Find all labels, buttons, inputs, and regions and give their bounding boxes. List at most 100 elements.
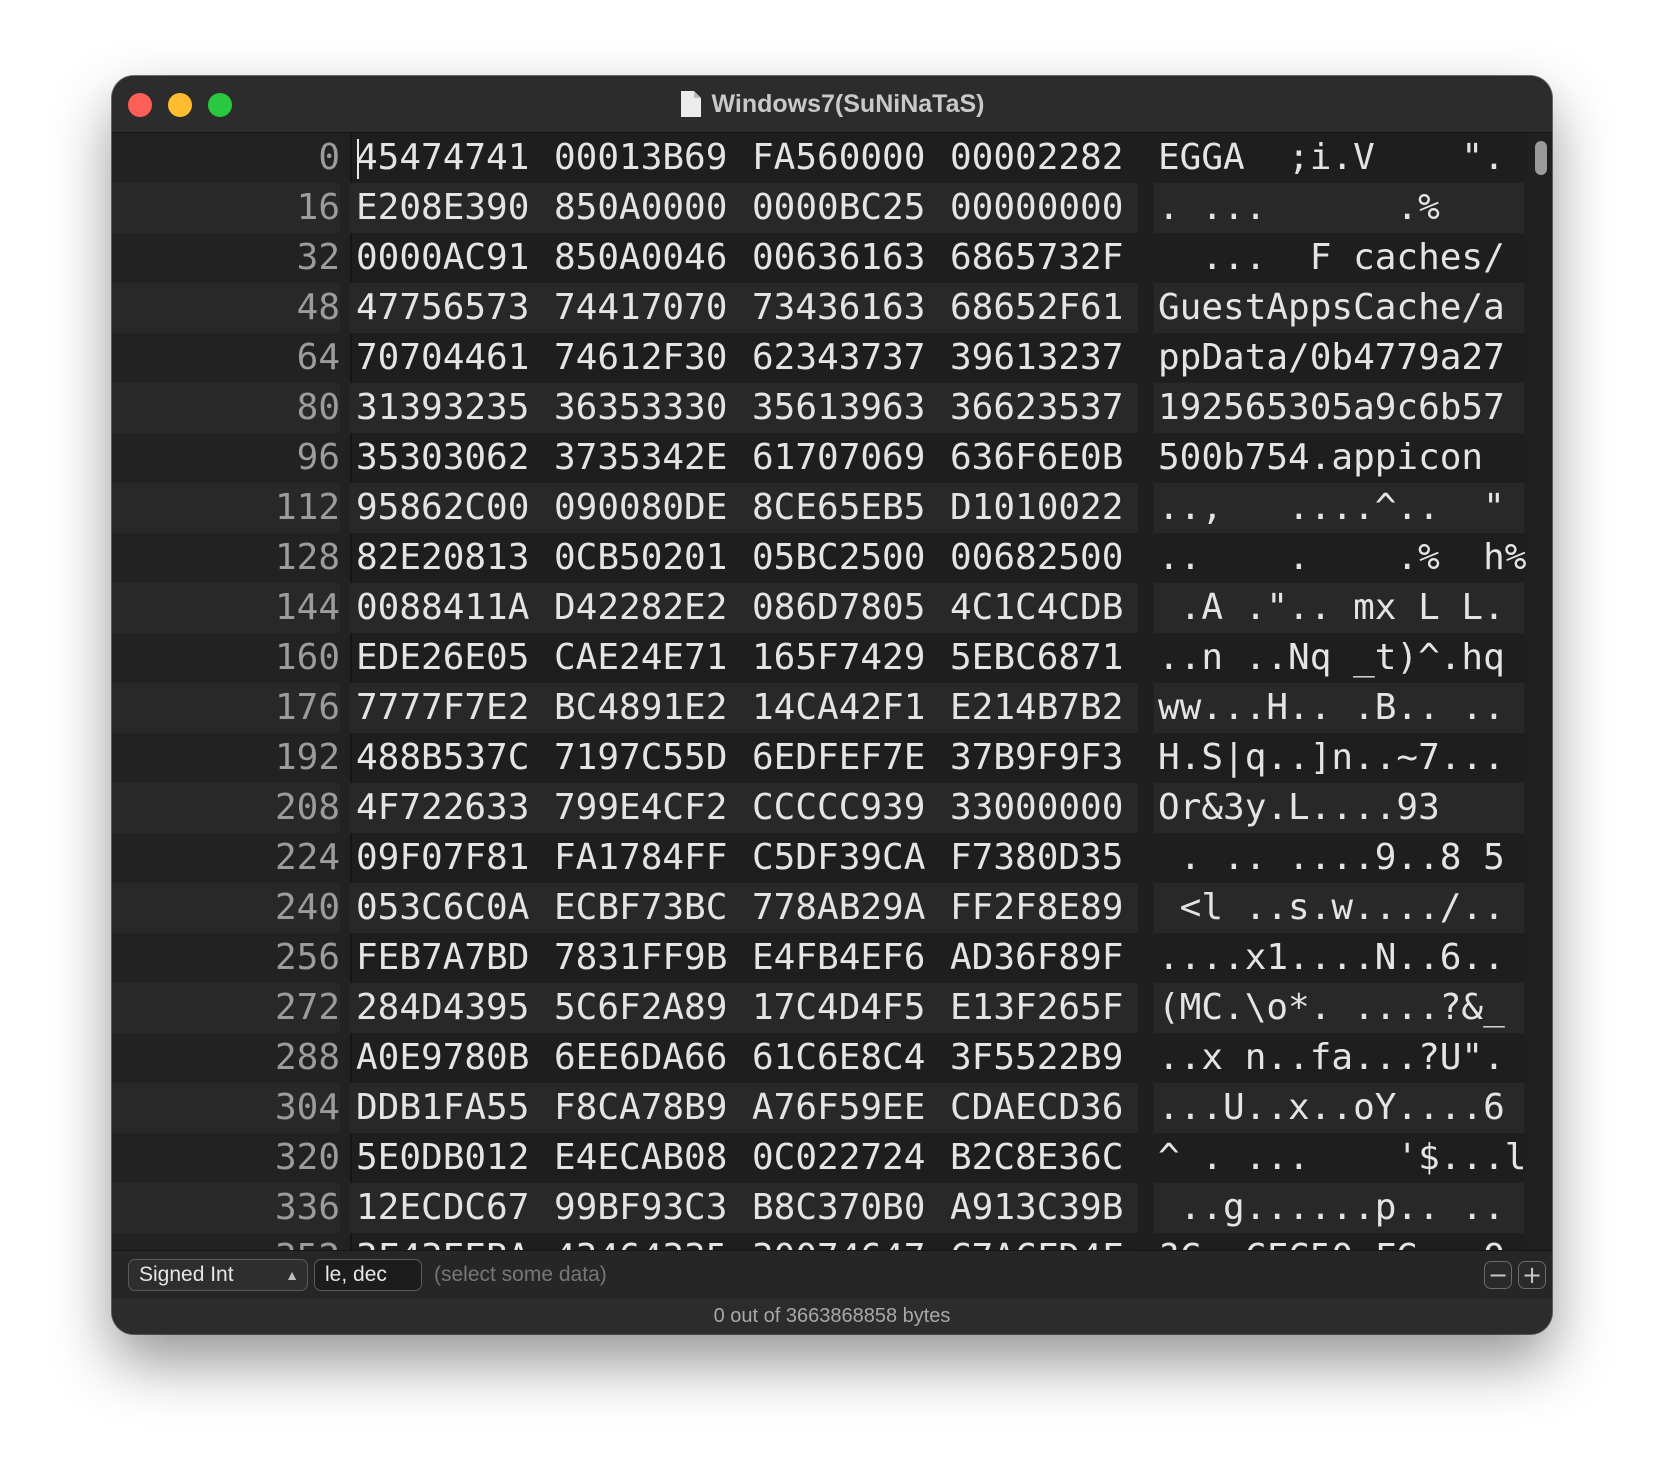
ascii-row[interactable]: ....x1....N..6.. xyxy=(1154,933,1524,983)
ascii-row[interactable]: ^ . ... '$...l xyxy=(1154,1133,1526,1183)
format-input[interactable]: le, dec xyxy=(314,1259,422,1291)
ascii-row[interactable]: 500b754.appicon xyxy=(1154,433,1524,483)
hex-word[interactable]: 053C6C0A xyxy=(356,883,554,933)
hex-row[interactable]: 12ECDC67 99BF93C3 B8C370B0 A913C39B xyxy=(350,1183,1138,1233)
hex-word[interactable]: D42282E2 xyxy=(554,583,752,633)
ascii-row[interactable]: ...U..x..oY....6 xyxy=(1154,1083,1524,1133)
hex-word[interactable]: 7831FF9B xyxy=(554,933,752,983)
hex-word[interactable]: 62343737 xyxy=(752,333,950,383)
hex-row[interactable]: DDB1FA55 F8CA78B9 A76F59EE CDAECD36 xyxy=(350,1083,1138,1133)
ascii-row[interactable]: ..n ..Nq _t)^.hq xyxy=(1154,633,1524,683)
hex-word[interactable]: FF2F8E89 xyxy=(950,883,1148,933)
hex-word[interactable]: FEB7A7BD xyxy=(356,933,554,983)
hex-word[interactable]: 61707069 xyxy=(752,433,950,483)
hex-word[interactable]: FA560000 xyxy=(752,133,950,183)
ascii-row[interactable]: 192565305a9c6b57 xyxy=(1154,383,1524,433)
hex-word[interactable]: 0000BC25 xyxy=(752,183,950,233)
ascii-row[interactable]: GuestAppsCache/a xyxy=(1154,283,1524,333)
hex-word[interactable]: CDAECD36 xyxy=(950,1083,1148,1133)
hex-word[interactable]: CAE24E71 xyxy=(554,633,752,683)
hex-word[interactable]: 73436163 xyxy=(752,283,950,333)
hex-word[interactable]: 0000AC91 xyxy=(356,233,554,283)
hex-word[interactable]: DDB1FA55 xyxy=(356,1083,554,1133)
hex-row[interactable]: EDE26E05 CAE24E71 165F7429 5EBC6871 xyxy=(350,633,1138,683)
hex-word[interactable]: 17C4D4F5 xyxy=(752,983,950,1033)
hex-word[interactable]: 3735342E xyxy=(554,433,752,483)
hex-word[interactable]: 45474741 xyxy=(356,133,554,183)
hex-word[interactable]: EDE26E05 xyxy=(356,633,554,683)
hex-row[interactable]: 7777F7E2 BC4891E2 14CA42F1 E214B7B2 xyxy=(350,683,1138,733)
hex-word[interactable]: 850A0000 xyxy=(554,183,752,233)
hex-row[interactable]: 09F07F81 FA1784FF C5DF39CA F7380D35 xyxy=(350,833,1138,883)
ascii-row[interactable]: ww...H.. .B.. .. xyxy=(1154,683,1524,733)
ascii-row[interactable]: .. . .% h% xyxy=(1154,533,1526,583)
ascii-row[interactable]: <l ..s.w..../.. xyxy=(1154,883,1524,933)
hex-word[interactable]: 00000000 xyxy=(950,183,1148,233)
hex-word[interactable]: 7197C55D xyxy=(554,733,752,783)
hex-row[interactable]: 053C6C0A ECBF73BC 778AB29A FF2F8E89 xyxy=(350,883,1138,933)
hex-word[interactable]: B2C8E36C xyxy=(950,1133,1148,1183)
hex-word[interactable]: 00682500 xyxy=(950,533,1148,583)
hex-word[interactable]: 37B9F9F3 xyxy=(950,733,1148,783)
hex-word[interactable]: 00002282 xyxy=(950,133,1148,183)
ascii-row[interactable]: .., ....^.. " xyxy=(1154,483,1524,533)
hex-word[interactable]: 31393235 xyxy=(356,383,554,433)
hex-word[interactable]: 35613963 xyxy=(752,383,950,433)
hex-row[interactable]: 0000AC91 850A0046 00636163 6865732F xyxy=(350,233,1138,283)
hex-word[interactable]: 00636163 xyxy=(752,233,950,283)
hex-row[interactable]: 284D4395 5C6F2A89 17C4D4F5 E13F265F xyxy=(350,983,1138,1033)
hex-row[interactable]: 45474741 00013B69 FA560000 00002282 xyxy=(350,133,1138,183)
hex-row[interactable]: E208E390 850A0000 0000BC25 00000000 xyxy=(350,183,1138,233)
hex-word[interactable]: 36623537 xyxy=(950,383,1148,433)
hex-word[interactable]: 33000000 xyxy=(950,783,1148,833)
hex-word[interactable]: E13F265F xyxy=(950,983,1148,1033)
hex-word[interactable]: D1010022 xyxy=(950,483,1148,533)
hex-row[interactable]: 0088411A D42282E2 086D7805 4C1C4CDB xyxy=(350,583,1138,633)
hex-word[interactable]: 8CE65EB5 xyxy=(752,483,950,533)
hex-word[interactable]: 05BC2500 xyxy=(752,533,950,583)
ascii-row[interactable]: .A .".. mx L L. xyxy=(1154,583,1524,633)
ascii-row[interactable]: ..x n..fa...?U". xyxy=(1154,1033,1524,1083)
ascii-row[interactable]: ..g......p.. .. xyxy=(1154,1183,1524,1233)
hex-word[interactable]: FA1784FF xyxy=(554,833,752,883)
hex-word[interactable]: B8C370B0 xyxy=(752,1183,950,1233)
hex-row[interactable]: 3F43EEBA4346433530074647C7ACFD4F xyxy=(350,1233,1138,1250)
vertical-scrollbar[interactable] xyxy=(1528,133,1552,1250)
hex-row[interactable]: 95862C00 090080DE 8CE65EB5 D1010022 xyxy=(350,483,1138,533)
hex-row[interactable]: 70704461 74612F30 62343737 39613237 xyxy=(350,333,1138,383)
hex-word[interactable]: 284D4395 xyxy=(356,983,554,1033)
hex-word[interactable]: 3F43EEBA xyxy=(356,1233,554,1250)
hex-word[interactable]: 00013B69 xyxy=(554,133,752,183)
hex-word[interactable]: 799E4CF2 xyxy=(554,783,752,833)
hex-word[interactable]: E208E390 xyxy=(356,183,554,233)
ascii-row[interactable]: Or&3y.L....93 xyxy=(1154,783,1524,833)
hex-word[interactable]: 6EE6DA66 xyxy=(554,1033,752,1083)
hex-word[interactable]: 488B537C xyxy=(356,733,554,783)
hex-word[interactable]: ECBF73BC xyxy=(554,883,752,933)
hex-word[interactable]: 43464335 xyxy=(554,1233,752,1250)
hex-word[interactable]: 0088411A xyxy=(356,583,554,633)
hex-word[interactable]: CCCCC939 xyxy=(752,783,950,833)
hex-view[interactable]: 0 45474741 00013B69 FA560000 00002282 EGGA ;i… xyxy=(112,133,1552,1250)
hex-word[interactable]: F8CA78B9 xyxy=(554,1083,752,1133)
data-type-select[interactable]: Signed Int ▲ xyxy=(128,1259,308,1291)
hex-word[interactable]: E214B7B2 xyxy=(950,683,1148,733)
hex-word[interactable]: 4C1C4CDB xyxy=(950,583,1148,633)
hex-word[interactable]: 30074647 xyxy=(752,1233,950,1250)
hex-word[interactable]: C7ACFD4F xyxy=(950,1233,1148,1250)
remove-inspector-button[interactable]: − xyxy=(1484,1261,1512,1289)
title-bar[interactable]: Windows7(SuNiNaTaS) xyxy=(112,76,1552,133)
hex-word[interactable]: 850A0046 xyxy=(554,233,752,283)
hex-row[interactable]: 47756573 74417070 73436163 68652F61 xyxy=(350,283,1138,333)
hex-word[interactable]: 4F722633 xyxy=(356,783,554,833)
hex-word[interactable]: BC4891E2 xyxy=(554,683,752,733)
hex-word[interactable]: 68652F61 xyxy=(950,283,1148,333)
add-inspector-button[interactable]: + xyxy=(1518,1261,1546,1289)
hex-row[interactable]: 82E20813 0CB50201 05BC2500 00682500 xyxy=(350,533,1138,583)
ascii-row[interactable]: EGGA ;i.V ". xyxy=(1154,133,1524,183)
hex-row[interactable]: FEB7A7BD 7831FF9B E4FB4EF6 AD36F89F xyxy=(350,933,1138,983)
hex-word[interactable]: 36353330 xyxy=(554,383,752,433)
ascii-row[interactable]: ppData/0b4779a27 xyxy=(1154,333,1524,383)
hex-word[interactable]: E4FB4EF6 xyxy=(752,933,950,983)
status-bar[interactable]: 0 out of 3663868858 bytes xyxy=(112,1299,1552,1334)
